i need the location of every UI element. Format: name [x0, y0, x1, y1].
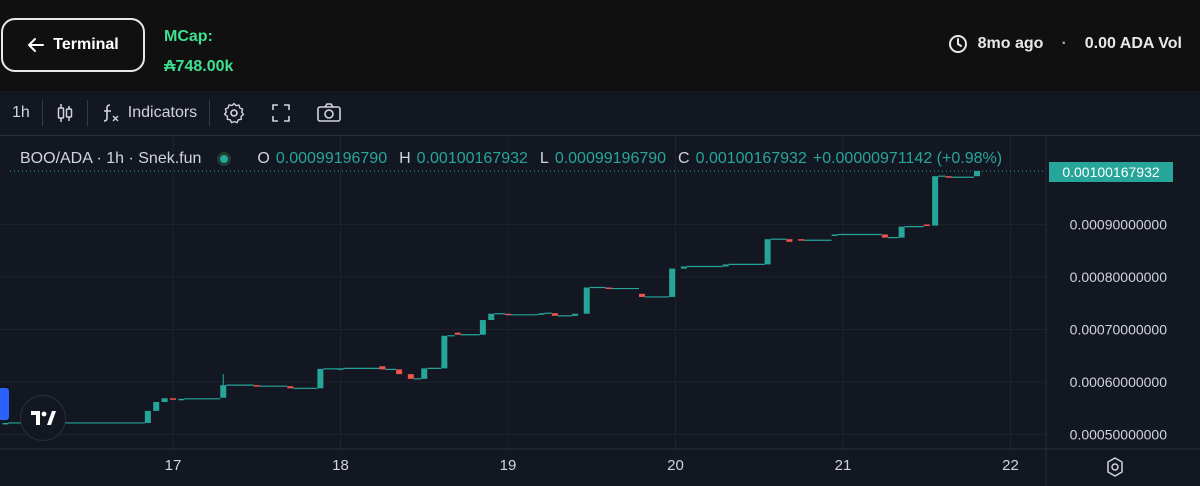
indicators-label: Indicators: [127, 104, 198, 121]
candle-body: [786, 239, 793, 242]
candle-body: [505, 313, 511, 316]
candle-body: [898, 226, 905, 238]
candle-body: [220, 385, 227, 398]
screenshot-button[interactable]: [304, 91, 354, 135]
close-value: 0.00100167932: [695, 150, 807, 167]
change-value: +0.00000971142 (+0.98%): [812, 150, 1003, 167]
candle-body: [680, 266, 687, 269]
candle-body: [178, 398, 185, 401]
candle-body: [454, 332, 461, 335]
candle-body: [974, 170, 980, 177]
candle-body: [881, 234, 888, 238]
candle-body: [317, 368, 324, 389]
volume-text: 0.00 ADA Vol: [1084, 35, 1182, 52]
x-tick-label: 17: [165, 457, 182, 474]
candle-body: [605, 287, 612, 289]
camera-icon: [317, 103, 341, 122]
y-tick-label: 0.00070000000: [1070, 322, 1168, 338]
side-panel-toggle[interactable]: [0, 388, 9, 420]
candle-body: [144, 410, 151, 423]
open-value: 0.00099196790: [275, 150, 388, 167]
x-tick-label: 18: [332, 457, 349, 474]
candle-body: [170, 398, 176, 400]
candle-body: [2, 422, 9, 425]
candle-body: [764, 239, 771, 265]
candle-body: [932, 176, 939, 226]
candle-body: [538, 313, 545, 315]
chart-toolbar: 1h Indicators: [0, 91, 1200, 136]
candle-body: [287, 386, 294, 389]
function-icon: [103, 104, 119, 122]
chart-settings-gear-icon[interactable]: [1104, 456, 1126, 478]
y-tick-label: 0.00060000000: [1070, 374, 1168, 390]
age-text: 8mo ago: [977, 35, 1044, 52]
back-to-terminal-button[interactable]: Terminal: [1, 18, 145, 72]
candle-body: [396, 369, 403, 375]
candle-body: [722, 264, 729, 267]
interval-label: 1h: [12, 104, 30, 121]
candle-body: [669, 268, 676, 297]
low-value: 0.00099196790: [554, 150, 667, 167]
top-bar: Terminal MCap: ₳748.00k 8mo ago · 0.00 A…: [0, 0, 1200, 90]
candle-body: [923, 224, 930, 226]
candle-body: [583, 287, 590, 314]
candle-body: [337, 368, 344, 370]
high-label: H: [399, 150, 411, 167]
arrow-left-icon: [28, 38, 45, 52]
candle-body: [572, 313, 578, 316]
candle-body: [407, 374, 414, 379]
candle-body: [945, 176, 952, 178]
fullscreen-button[interactable]: [258, 91, 304, 135]
chart-type-button[interactable]: [43, 91, 87, 135]
last-price-tag: 0.00100167932: [1049, 162, 1173, 182]
candle-body: [153, 401, 160, 411]
candle-body: [551, 313, 558, 316]
y-tick-label: 0.00050000000: [1070, 427, 1168, 443]
fullscreen-icon: [272, 104, 290, 122]
candle-body: [479, 320, 486, 335]
token-meta: 8mo ago · 0.00 ADA Vol: [948, 34, 1182, 54]
mcap-value: ₳748.00k: [164, 58, 234, 75]
candle-body: [421, 368, 428, 379]
y-tick-label: 0.00090000000: [1070, 217, 1168, 233]
candle-body: [488, 313, 495, 321]
x-tick-label: 20: [667, 457, 684, 474]
candle-body: [253, 385, 260, 387]
candle-body: [379, 366, 386, 370]
terminal-label: Terminal: [53, 36, 119, 53]
candle-body: [798, 239, 805, 241]
x-tick-label: 19: [500, 457, 517, 474]
high-value: 0.00100167932: [416, 150, 528, 167]
market-status-dot: [217, 152, 232, 166]
close-label: C: [678, 150, 690, 167]
candle-body: [161, 398, 168, 402]
market-cap: MCap: ₳748.00k: [164, 22, 233, 82]
gear-icon: [223, 102, 245, 124]
candle-body: [441, 335, 448, 369]
y-tick-label: 0.00080000000: [1070, 269, 1168, 285]
tradingview-logo[interactable]: [20, 395, 66, 441]
candle-body: [831, 234, 838, 236]
interval-button[interactable]: 1h: [0, 91, 42, 135]
low-label: L: [539, 150, 549, 167]
x-tick-label: 21: [835, 457, 852, 474]
separator-dot: ·: [1061, 35, 1067, 52]
tradingview-icon: [31, 411, 56, 425]
open-label: O: [257, 150, 270, 167]
clock-icon: [948, 35, 967, 53]
indicators-button[interactable]: Indicators: [88, 91, 209, 135]
ohlc-legend: BOO/ADA · 1h · Snek.fun O 0.00099196790 H…: [20, 150, 1002, 168]
settings-button[interactable]: [210, 91, 258, 135]
candle-body: [639, 293, 645, 297]
x-tick-label: 22: [1002, 457, 1019, 474]
candles-icon: [57, 104, 73, 122]
candlestick-chart[interactable]: 17 18 19 20 21 22 0.00050000000 0.00060000000 0.…: [0, 136, 1200, 486]
symbol-title: BOO/ADA · 1h · Snek.fun: [20, 150, 202, 167]
mcap-label: MCap:: [164, 28, 213, 45]
